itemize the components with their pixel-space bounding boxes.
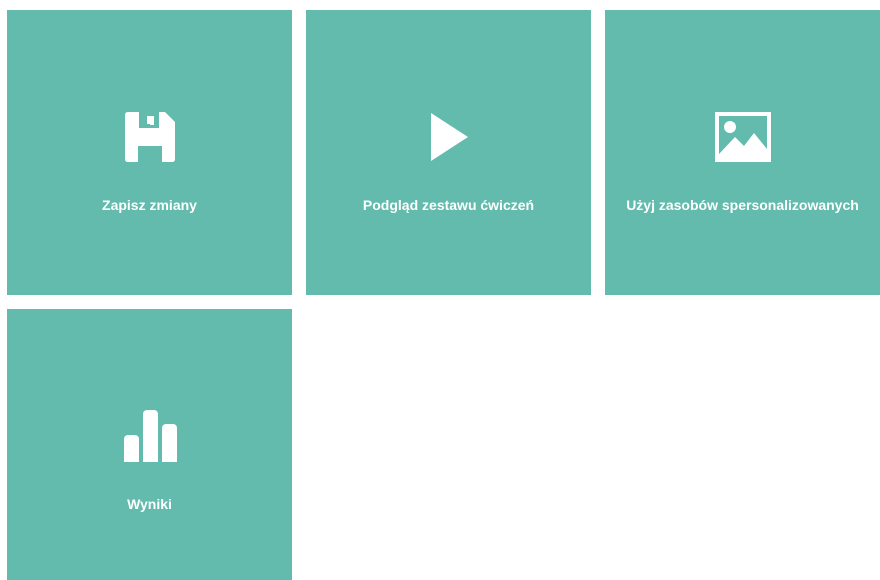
results-tile[interactable]: Wyniki bbox=[7, 309, 292, 580]
play-icon bbox=[306, 105, 591, 169]
bar-chart-icon bbox=[7, 404, 292, 468]
save-changes-tile[interactable]: Zapisz zmiany bbox=[7, 10, 292, 295]
personalized-assets-tile[interactable]: Użyj zasobów spersonalizowanych bbox=[605, 10, 880, 295]
exercise-set-preview-tile[interactable]: Podgląd zestawu ćwiczeń bbox=[306, 10, 591, 295]
save-changes-label: Zapisz zmiany bbox=[102, 197, 197, 213]
floppy-disk-icon bbox=[7, 105, 292, 169]
image-icon bbox=[605, 105, 880, 169]
personalized-assets-label: Użyj zasobów spersonalizowanych bbox=[626, 197, 859, 213]
results-label: Wyniki bbox=[127, 496, 172, 512]
exercise-set-preview-label: Podgląd zestawu ćwiczeń bbox=[362, 197, 535, 213]
